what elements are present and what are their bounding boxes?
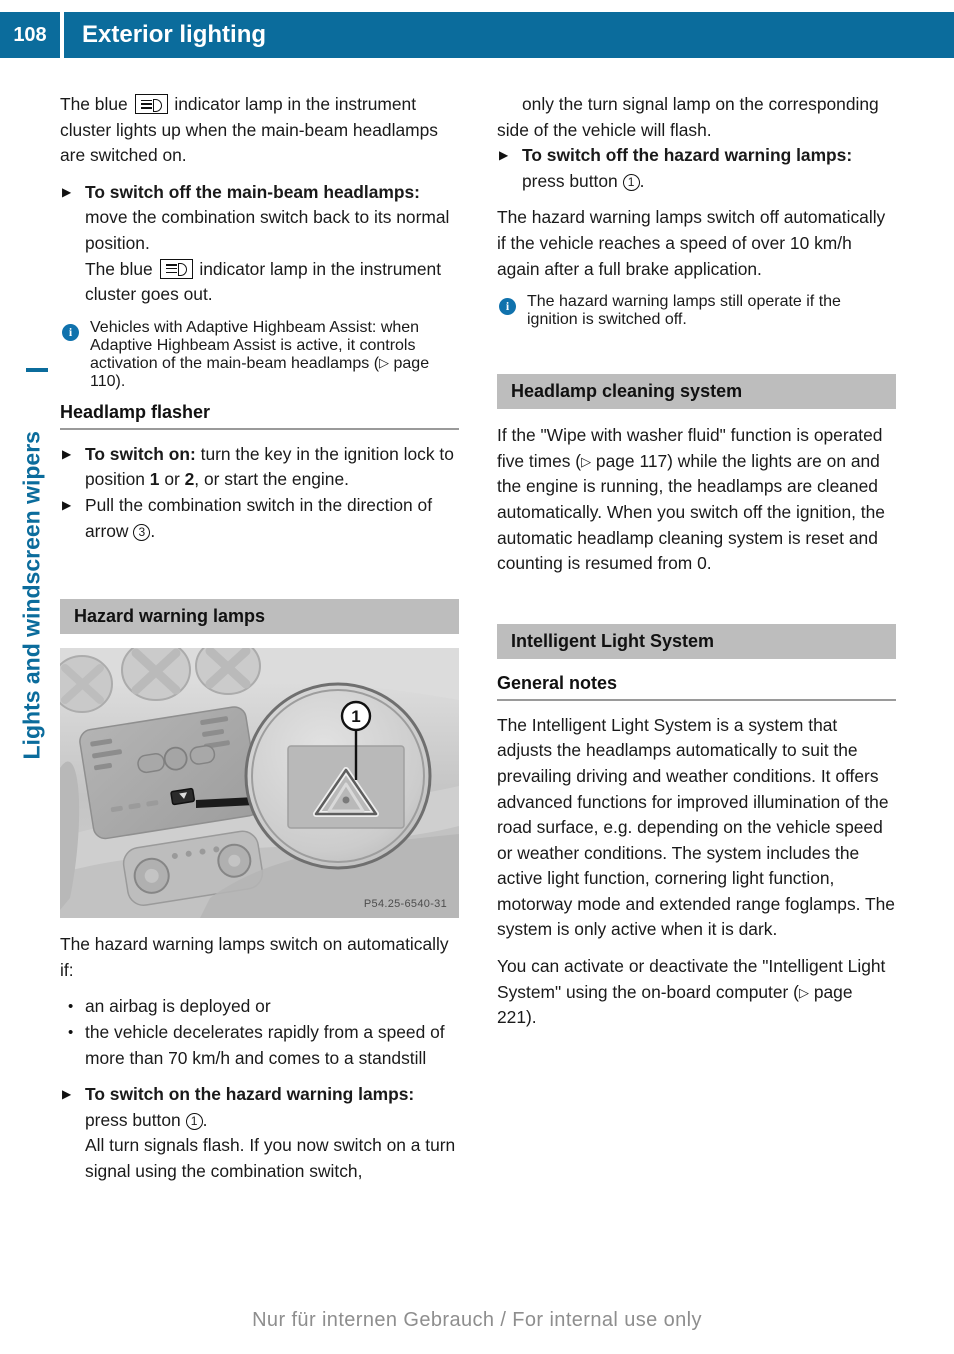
auto-switch-off-paragraph: The hazard warning lamps switch off auto… bbox=[497, 207, 886, 279]
ils-paragraph-1: The Intelligent Light System is a system… bbox=[497, 714, 895, 940]
or-conjunction: or bbox=[164, 469, 180, 490]
chapter-title: Exterior lighting bbox=[82, 21, 267, 48]
step-switch-on-hazard: To switch on the hazard warning lamps: p… bbox=[60, 1082, 459, 1184]
page-content: The blue indicator lamp in the instrumen… bbox=[60, 92, 896, 1195]
side-tab-label: Lights and windscreen wipers bbox=[18, 431, 45, 760]
ignition-position-2: 2 bbox=[184, 469, 195, 490]
step-text-b: . bbox=[639, 170, 645, 191]
page-number: 108 bbox=[13, 23, 47, 46]
section-bar-hazard-warning-lamps: Hazard warning lamps bbox=[60, 599, 459, 635]
subhead-headlamp-flasher: Headlamp flasher bbox=[60, 402, 459, 430]
step-label-bold: To switch on: bbox=[85, 443, 196, 464]
callout-number-1: 1 bbox=[185, 1112, 203, 1130]
callout-number-1: 1 bbox=[622, 173, 640, 191]
continuation-text: only the turn signal lamp on the corresp… bbox=[497, 94, 879, 140]
step-label-bold: To switch off the main-beam headlamps: bbox=[85, 181, 420, 202]
note-ignition-off: i The hazard warning lamps still operate… bbox=[497, 293, 896, 329]
step-switch-off-hazard: To switch off the hazard warning lamps: … bbox=[497, 143, 896, 194]
body-text-b: ). bbox=[526, 1007, 537, 1028]
section-bar-intelligent-light-system: Intelligent Light System bbox=[497, 623, 896, 659]
step-label-bold: To switch on the hazard warning lamps: bbox=[85, 1084, 415, 1105]
main-beam-indicator-icon bbox=[134, 94, 168, 114]
step-list-main-beam-off: To switch off the main-beam headlamps: m… bbox=[60, 180, 459, 308]
callout-number-3: 3 bbox=[133, 523, 151, 541]
figure-illustration: 1 bbox=[60, 648, 459, 919]
body-page-ref: page 117 bbox=[595, 450, 668, 471]
intro-text-before: The blue bbox=[60, 94, 128, 114]
right-column: only the turn signal lamp on the corresp… bbox=[497, 92, 896, 1195]
step-text-a: press button bbox=[522, 170, 618, 191]
step-label-bold: To switch off the hazard warning lamps: bbox=[522, 145, 853, 166]
hazard-auto-intro: The hazard warning lamps switch on autom… bbox=[60, 934, 449, 980]
note-text-end: ). bbox=[115, 372, 126, 390]
step-pull-combination-switch: Pull the combination switch in the direc… bbox=[60, 493, 459, 544]
after-step-before: The blue bbox=[85, 258, 153, 279]
note-text: The hazard warning lamps still operate i… bbox=[527, 293, 841, 329]
section-bar-headlamp-cleaning-system: Headlamp cleaning system bbox=[497, 374, 896, 410]
list-item: the vehicle decelerates rapidly from a s… bbox=[60, 1020, 459, 1071]
subhead-general-notes: General notes bbox=[497, 673, 896, 701]
ignition-position-1: 1 bbox=[149, 469, 160, 490]
step-list-hazard-switch-on: To switch on the hazard warning lamps: p… bbox=[60, 1082, 459, 1184]
step-label-rest: move the combination switch back to its … bbox=[85, 207, 450, 253]
figure-reference-code: P54.25-6540-31 bbox=[363, 898, 447, 911]
main-beam-indicator-icon bbox=[159, 258, 193, 279]
step-text-extra: All turn signals flash. If you now switc… bbox=[85, 1135, 456, 1181]
hazard-auto-conditions-list: an airbag is deployed or the vehicle dec… bbox=[60, 994, 459, 1071]
step-list-headlamp-flasher: To switch on: turn the key in the igniti… bbox=[60, 442, 459, 544]
step-switch-on-flasher: To switch on: turn the key in the igniti… bbox=[60, 442, 459, 493]
page-ref-triangle-icon: ▷ bbox=[581, 453, 592, 469]
note-adaptive-highbeam: i Vehicles with Adaptive Highbeam Assist… bbox=[60, 319, 459, 391]
step-list-hazard-switch-off: To switch off the hazard warning lamps: … bbox=[497, 143, 896, 194]
intro-paragraph: The blue indicator lamp in the instrumen… bbox=[60, 92, 459, 169]
step-text-b: . bbox=[150, 520, 156, 541]
info-icon: i bbox=[62, 323, 79, 341]
page-header: 108 Exterior lighting bbox=[0, 12, 954, 58]
continuation-paragraph: only the turn signal lamp on the corresp… bbox=[497, 92, 896, 143]
headlamp-cleaning-body: If the "Wipe with washer fluid" function… bbox=[497, 423, 896, 577]
step-text-a: press button bbox=[85, 1109, 181, 1130]
page-ref-triangle-icon: ▷ bbox=[798, 984, 809, 1000]
step-text-b: . bbox=[202, 1109, 208, 1130]
note-text: Vehicles with Adaptive Highbeam Assist: … bbox=[90, 318, 420, 372]
step-text-b: , or start the engine. bbox=[194, 469, 349, 490]
step-switch-off-main-beam: To switch off the main-beam headlamps: m… bbox=[60, 180, 459, 308]
ils-paragraph-2: You can activate or deactivate the "Inte… bbox=[497, 954, 896, 1031]
left-column: The blue indicator lamp in the instrumen… bbox=[60, 92, 459, 1195]
figure-hazard-warning-switch: 1 P54.25-6540-31 bbox=[60, 648, 459, 919]
footer-watermark: Nur für internen Gebrauch / For internal… bbox=[252, 1309, 702, 1331]
info-icon: i bbox=[499, 298, 516, 316]
page-ref-triangle-icon: ▷ bbox=[379, 354, 390, 370]
list-item: an airbag is deployed or bbox=[60, 994, 459, 1020]
side-tab-rule bbox=[26, 368, 48, 372]
svg-text:1: 1 bbox=[351, 707, 360, 726]
